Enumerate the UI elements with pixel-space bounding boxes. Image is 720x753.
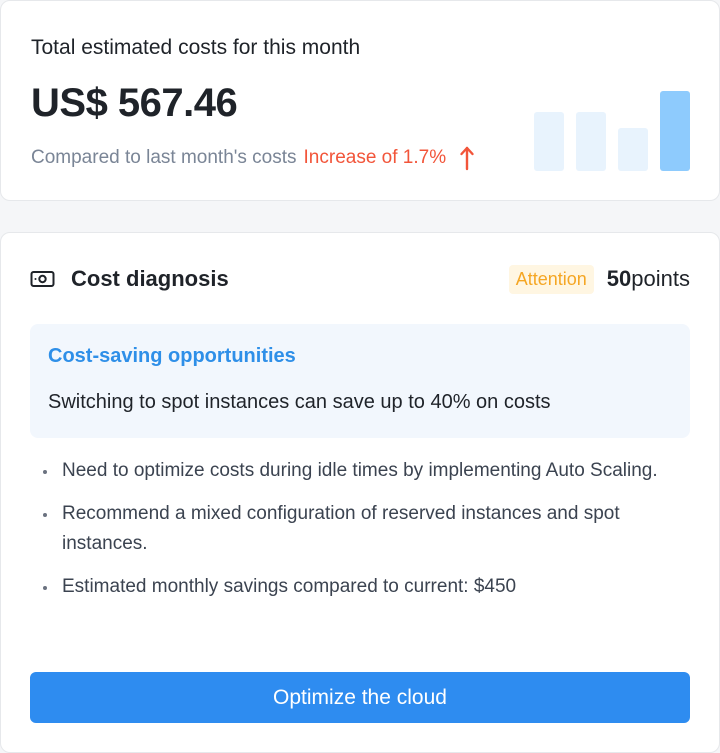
diagnosis-score: Attention 50 points [508, 264, 690, 294]
trend-bar [576, 112, 606, 171]
opportunity-text: Switching to spot instances can save up … [48, 391, 551, 413]
diagnosis-title: Cost diagnosis [71, 266, 229, 291]
comparison-label: Compared to last month's costs [31, 147, 297, 168]
diagnosis-header: Cost diagnosis Attention 50 points [30, 262, 690, 296]
trend-bar [660, 91, 690, 171]
comparison-change: Increase of 1.7% [303, 147, 447, 168]
total-cost-amount: US$ 567.46 [31, 81, 238, 125]
cash-icon [30, 270, 56, 288]
optimize-cloud-button[interactable]: Optimize the cloud [30, 672, 690, 723]
cost-trend-chart [534, 91, 690, 171]
status-badge: Attention [508, 264, 594, 294]
score-unit: points [631, 266, 690, 291]
list-item: Recommend a mixed configuration of reser… [30, 499, 690, 559]
trend-bar [534, 112, 564, 171]
list-item: Estimated monthly savings compared to cu… [30, 572, 690, 602]
arrow-up-icon [459, 145, 475, 171]
total-cost-label: Total estimated costs for this month [31, 36, 361, 59]
score-value: 50 [606, 266, 632, 291]
savings-opportunity-panel: Cost-saving opportunities Switching to s… [30, 324, 690, 438]
cost-comparison: Compared to last month's costs Increase … [31, 145, 475, 171]
recommendation-list: Need to optimize costs during idle times… [30, 456, 690, 615]
trend-bar [618, 128, 648, 171]
cost-summary-card: Total estimated costs for this month US$… [0, 0, 720, 201]
opportunity-title: Cost-saving opportunities [48, 345, 296, 367]
list-item: Need to optimize costs during idle times… [30, 456, 690, 486]
